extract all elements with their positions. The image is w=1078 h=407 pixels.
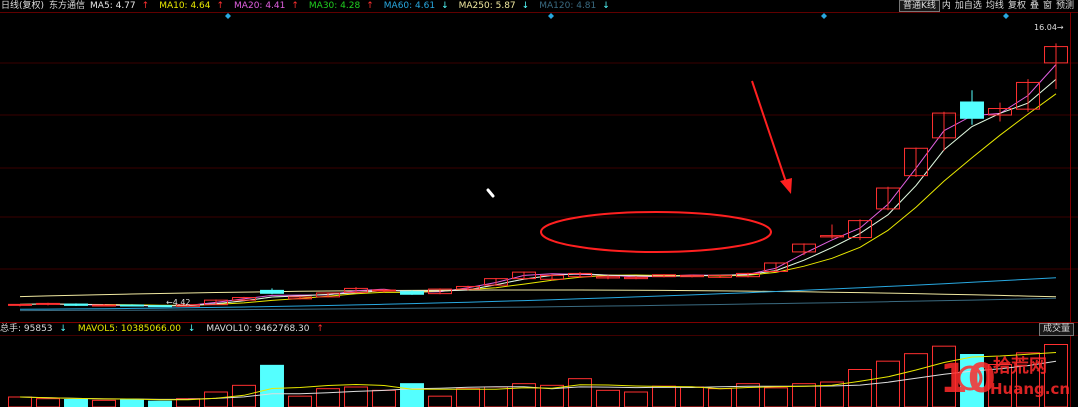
volume-bar-up <box>1016 352 1040 407</box>
mavol5-line <box>19 352 1057 401</box>
volume-bar-up <box>904 353 928 407</box>
volume-bar-up <box>204 391 228 407</box>
event-marker <box>821 13 827 19</box>
candle-down <box>960 101 984 119</box>
candle-up <box>372 289 396 292</box>
volume-bar-up <box>456 388 480 407</box>
volume-bar-down <box>148 400 172 407</box>
volume-total-label: 总手: 95853 ↓ <box>0 324 67 334</box>
annotation-ellipse <box>540 211 772 253</box>
volume-header: 总手: 95853 ↓ MAVOL5: 10385066.00 ↓ MAVOL1… <box>0 323 1078 335</box>
candle-down <box>400 291 424 295</box>
mavol10-label: MAVOL10: 9462768.30 ↑ <box>206 324 324 334</box>
volume-bar-down <box>960 354 984 407</box>
candle-down <box>120 304 144 307</box>
volume-bar-up <box>36 398 60 407</box>
kline-chart: 16.04→ ←4.42 <box>0 12 1078 407</box>
volume-bar-up <box>792 383 816 407</box>
volume-bar-up <box>568 378 592 407</box>
volume-bar-up <box>316 388 340 407</box>
volume-bar-up <box>344 386 368 407</box>
volume-bar-up <box>92 399 116 407</box>
volume-bar-up <box>624 391 648 407</box>
volume-bar-down <box>120 399 144 407</box>
volume-bar-down <box>260 364 284 407</box>
ma20-line <box>47 64 1057 307</box>
annotation-arrow-head <box>780 178 792 194</box>
volume-bar-up <box>372 389 396 407</box>
volume-bar-up <box>988 364 1012 407</box>
annotation-arrow-shaft <box>751 80 788 186</box>
event-marker <box>548 13 554 19</box>
volume-bar-down <box>64 399 88 407</box>
volume-bar-up <box>764 387 788 407</box>
low-price-label: ←4.42 <box>166 298 191 307</box>
volume-bar-up <box>848 369 872 407</box>
mavol10-line <box>19 360 1057 400</box>
indicator-selector[interactable]: 成交量 <box>1038 323 1074 336</box>
volume-bar-down <box>400 383 424 407</box>
candle-down <box>64 303 88 306</box>
volume-bar-up <box>288 395 312 407</box>
mavol5-label: MAVOL5: 10385066.00 ↓ <box>77 324 196 334</box>
candle-up <box>36 302 60 305</box>
cursor-mark <box>486 188 495 198</box>
volume-bar-up <box>484 386 508 407</box>
event-marker <box>225 13 231 19</box>
event-marker <box>1003 13 1009 19</box>
candle-down <box>260 289 284 294</box>
candle-up <box>8 303 32 306</box>
volume-bar-up <box>8 396 32 407</box>
volume-bar-up <box>932 345 956 407</box>
volume-bar-up <box>652 385 676 407</box>
volume-bar-up <box>1044 344 1068 407</box>
ma10-line <box>19 93 1057 306</box>
candle-up <box>92 304 116 307</box>
ma5-line <box>19 78 1057 307</box>
volume-bar-up <box>708 388 732 407</box>
volume-bar-up <box>876 360 900 407</box>
high-price-label: 16.04→ <box>1034 23 1064 32</box>
volume-bar-up <box>596 389 620 407</box>
volume-bar-up <box>428 395 452 407</box>
volume-bar-up <box>680 386 704 407</box>
ma250-line <box>19 289 1057 298</box>
